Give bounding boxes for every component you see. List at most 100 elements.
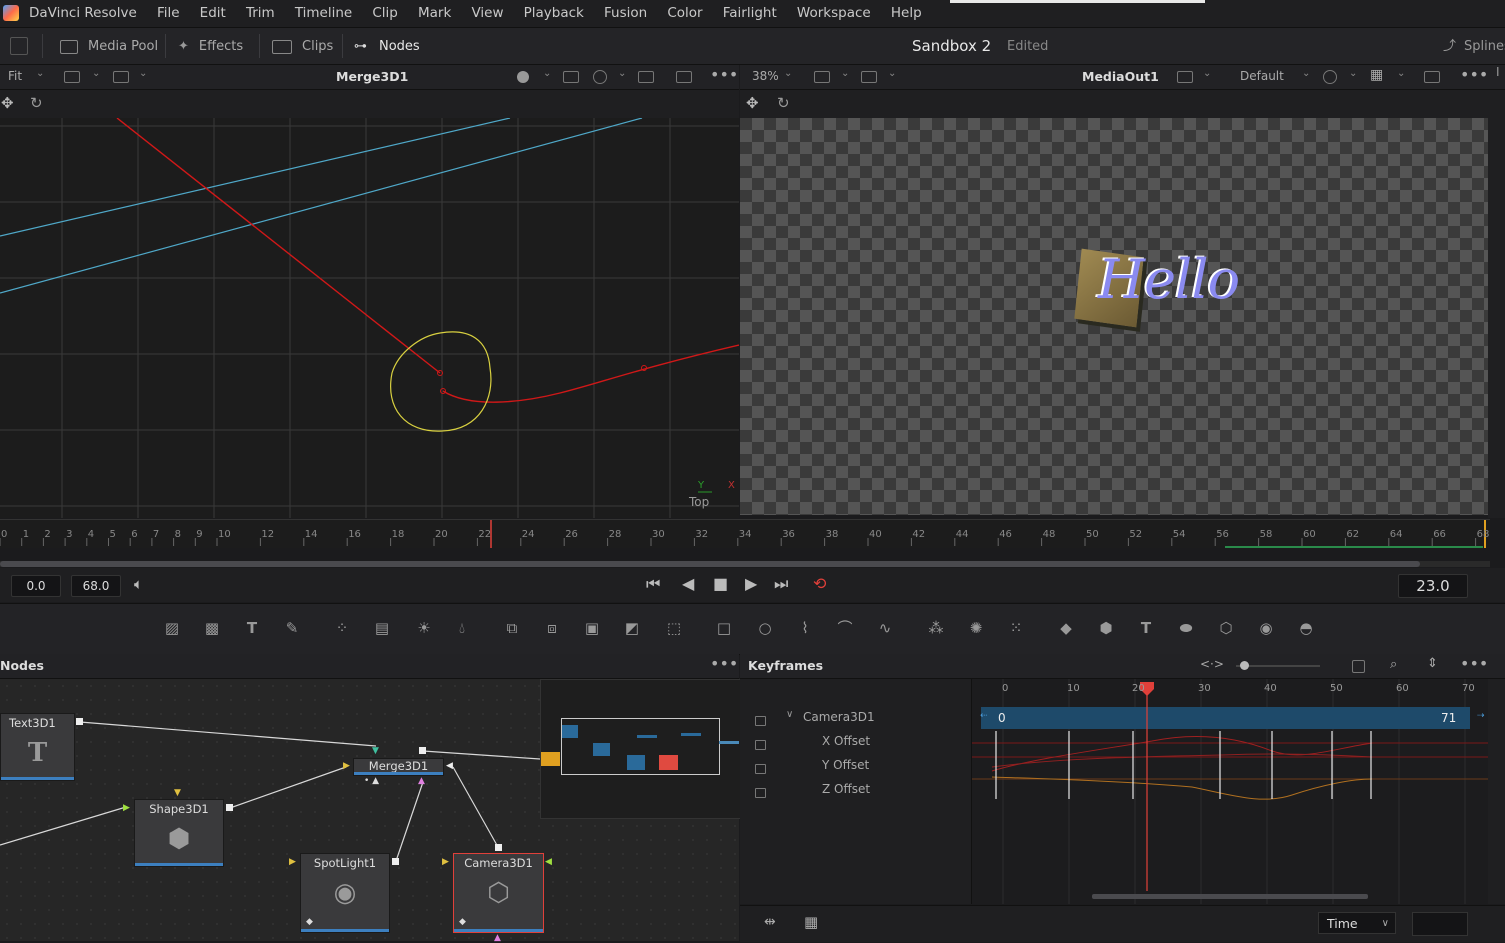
skip-to-end-icon[interactable]: ⏭︎ xyxy=(774,574,788,594)
transform-tool-icon[interactable]: ◩ xyxy=(622,619,642,637)
node-merge3d[interactable]: Merge3D1 xyxy=(353,758,444,776)
more-options-icon[interactable]: ••• xyxy=(710,65,738,84)
effects-button[interactable]: ✦ Effects xyxy=(178,28,243,64)
spotlight-3d-icon[interactable]: ◉ xyxy=(1256,619,1276,637)
ellipse-mask-icon[interactable]: ○ xyxy=(755,619,775,637)
bspline-mask-icon[interactable]: ⌒ xyxy=(835,619,855,637)
rotate-icon[interactable]: ↻ xyxy=(777,94,790,112)
brightness-tool-icon[interactable]: ☀ xyxy=(414,619,434,637)
input-port-icon[interactable]: ▶ xyxy=(343,761,350,771)
input-port-icon[interactable]: ◀ xyxy=(545,857,552,867)
output-port[interactable] xyxy=(495,844,502,851)
end-time-field[interactable]: 68.0 xyxy=(71,575,121,597)
input-port-icon[interactable]: ◀ xyxy=(446,761,453,771)
time-ruler[interactable]: 0 1 2 3 4 5 6 7 8 9 10 12 14 16 18 20 22 24 26 28 30 32 34 36 38… xyxy=(0,519,1490,548)
chevron-down-icon[interactable]: ⌄ xyxy=(618,68,626,79)
menu-timeline[interactable]: Timeline xyxy=(287,0,360,27)
time-mode-select[interactable]: Time ∨ xyxy=(1318,912,1396,934)
chevron-down-icon[interactable]: ⌄ xyxy=(1203,68,1211,79)
right-zoom-select[interactable]: 38% xyxy=(752,69,779,83)
chevron-down-icon[interactable]: ⌄ xyxy=(1349,68,1357,79)
chevron-down-icon[interactable]: ⌄ xyxy=(92,68,100,79)
sphere-icon[interactable] xyxy=(517,71,529,83)
input-port-icon[interactable]: ▲ xyxy=(494,933,501,943)
chevron-down-icon[interactable]: ⌄ xyxy=(1397,68,1405,79)
left-zoom-select[interactable]: Fit xyxy=(8,69,22,83)
speaker-icon[interactable]: 🔈︎ xyxy=(134,575,143,593)
stop-icon[interactable]: ■ xyxy=(713,574,728,593)
node-minimap[interactable] xyxy=(540,679,741,819)
menu-clip[interactable]: Clip xyxy=(364,0,406,27)
media-pool-button[interactable]: Media Pool xyxy=(60,28,158,64)
range-handle-left-icon[interactable]: ⇠ xyxy=(980,711,988,721)
renderer-3d-icon[interactable]: ◓ xyxy=(1296,619,1316,637)
play-reverse-icon[interactable]: ◀ xyxy=(682,574,694,593)
camera-3d-icon[interactable]: ⬡ xyxy=(1216,619,1236,637)
zoom-icon[interactable]: ⌕ xyxy=(1390,657,1397,672)
channel-icon[interactable] xyxy=(64,71,80,83)
input-port-icon[interactable]: ▲ xyxy=(418,776,425,786)
input-port-icon[interactable]: ▶ xyxy=(123,803,130,813)
stereo-icon[interactable] xyxy=(638,71,654,83)
lock-icon[interactable] xyxy=(755,716,766,726)
menu-app[interactable]: DaVinci Resolve xyxy=(21,0,145,27)
resize-tool-icon[interactable]: ⬚ xyxy=(664,619,684,637)
left-viewer-canvas[interactable]: Y X Top xyxy=(0,117,740,518)
menu-view[interactable]: View xyxy=(463,0,511,27)
fit-horizontal-icon[interactable]: <·> xyxy=(1200,657,1224,671)
skip-to-start-icon[interactable]: ⏮︎ xyxy=(646,574,660,594)
lighting-icon[interactable] xyxy=(563,71,579,83)
lock-icon[interactable] xyxy=(755,788,766,798)
single-view-icon[interactable] xyxy=(676,71,692,83)
blur-tool-icon[interactable]: 💧︎ xyxy=(452,619,472,637)
menu-color[interactable]: Color xyxy=(659,0,710,27)
loader-tool-icon[interactable]: ▩ xyxy=(202,619,222,637)
single-view-icon[interactable] xyxy=(1424,71,1440,83)
chevron-down-icon[interactable]: ⌄ xyxy=(543,68,551,79)
menu-workspace[interactable]: Workspace xyxy=(789,0,879,27)
output-port[interactable] xyxy=(419,747,426,754)
more-options-icon[interactable]: ••• xyxy=(1460,654,1488,673)
split-view-icon[interactable]: ⇹ xyxy=(764,914,776,930)
channel-icon[interactable] xyxy=(814,71,830,83)
background-tool-icon[interactable]: ▨ xyxy=(162,619,182,637)
time-value-field[interactable] xyxy=(1412,912,1468,936)
node-shape3d[interactable]: Shape3D1 ⬢ xyxy=(134,799,224,867)
play-icon[interactable]: ▶ xyxy=(745,574,757,593)
inspector-tab-icon[interactable]: I xyxy=(1496,65,1500,79)
kf-track-camera[interactable]: Camera3D1 xyxy=(803,710,875,724)
kf-track-z-offset[interactable]: Z Offset xyxy=(822,782,870,796)
splines-button[interactable]: ⤴Splines xyxy=(1443,28,1505,64)
menu-edit[interactable]: Edit xyxy=(192,0,234,27)
output-port[interactable] xyxy=(226,804,233,811)
channel-boolean-tool-icon[interactable]: ⧈ xyxy=(542,619,562,637)
kf-track-y-offset[interactable]: Y Offset xyxy=(822,758,869,772)
matte-tool-icon[interactable]: ▣ xyxy=(582,619,602,637)
keyframes-graph[interactable]: 0 10 20 30 40 50 60 70 0 71 ⇠ ⇢ xyxy=(972,679,1488,904)
menu-mark[interactable]: Mark xyxy=(410,0,459,27)
chevron-down-icon[interactable]: ⌄ xyxy=(36,68,44,79)
kf-track-x-offset[interactable]: X Offset xyxy=(822,734,870,748)
polygon-mask-icon[interactable]: ⌇ xyxy=(795,619,815,637)
node-spotlight[interactable]: SpotLight1 ◉ ◆ xyxy=(300,853,390,933)
p-render-icon[interactable]: ✺ xyxy=(966,619,986,637)
current-time-field[interactable]: 23.0 xyxy=(1398,574,1468,598)
clips-button[interactable]: Clips xyxy=(272,28,333,64)
nodes-button[interactable]: ⊶ Nodes xyxy=(354,28,420,64)
color-icon[interactable] xyxy=(1323,70,1337,84)
lock-icon[interactable] xyxy=(755,764,766,774)
grid-warp-tool-icon[interactable]: ▤ xyxy=(372,619,392,637)
lut-select[interactable]: Default xyxy=(1240,69,1284,83)
range-handle-right-icon[interactable]: ⇢ xyxy=(1477,711,1485,721)
menu-help[interactable]: Help xyxy=(883,0,930,27)
menu-file[interactable]: File xyxy=(149,0,188,27)
lock-icon[interactable] xyxy=(755,740,766,750)
kf-markers[interactable] xyxy=(995,731,1372,799)
input-port-icon[interactable]: ▶ xyxy=(442,857,449,867)
output-port[interactable] xyxy=(392,858,399,865)
grid-icon[interactable]: ▦ xyxy=(1370,67,1383,83)
menu-fusion[interactable]: Fusion xyxy=(596,0,655,27)
node-text3d[interactable]: Text3D1 T xyxy=(0,713,75,781)
expand-icon[interactable] xyxy=(1352,660,1365,673)
bitmap-mask-icon[interactable]: ∿ xyxy=(875,619,895,637)
